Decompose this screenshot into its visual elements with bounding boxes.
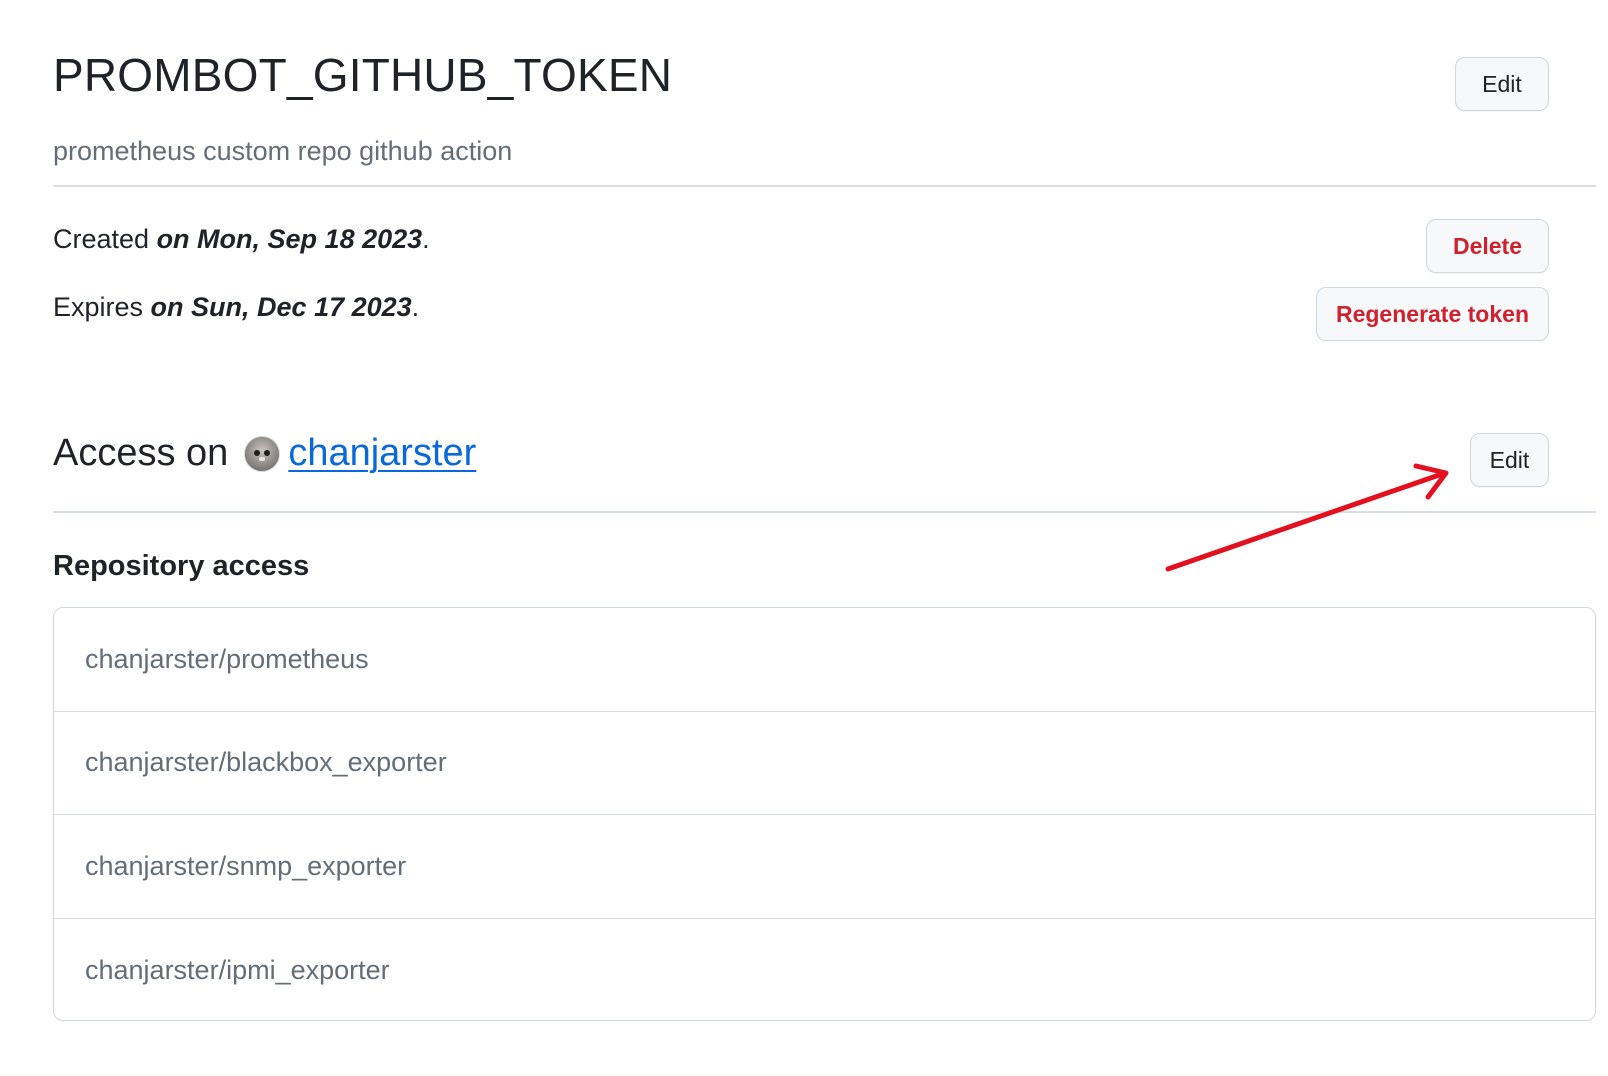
edit-token-button[interactable]: Edit (1455, 57, 1549, 111)
access-heading-label: Access on (53, 432, 229, 474)
repository-row: chanjarster/snmp_exporter (54, 815, 1595, 919)
repository-row: chanjarster/blackbox_exporter (54, 712, 1595, 815)
token-name-title: PROMBOT_GITHUB_TOKEN (53, 49, 673, 101)
owner-link[interactable]: chanjarster (288, 432, 476, 475)
expires-date-line: Expires on Sun, Dec 17 2023. (53, 292, 419, 323)
section-divider (53, 185, 1596, 187)
regenerate-token-button[interactable]: Regenerate token (1316, 287, 1549, 341)
created-date-line: Created on Mon, Sep 18 2023. (53, 224, 430, 255)
token-details-page: PROMBOT_GITHUB_TOKEN Edit prometheus cus… (53, 0, 1596, 1076)
repository-row: chanjarster/ipmi_exporter (85, 954, 390, 985)
created-date-value: on Mon, Sep 18 2023 (156, 224, 423, 254)
repository-access-heading: Repository access (53, 550, 310, 582)
expires-prefix: Expires (53, 292, 151, 322)
created-prefix: Created (53, 224, 157, 254)
repository-row: chanjarster/prometheus (54, 608, 1595, 712)
cat-avatar-icon (244, 435, 281, 472)
token-description: prometheus custom repo github action (53, 136, 513, 166)
delete-token-button[interactable]: Delete (1426, 219, 1549, 273)
expires-period: . (411, 292, 420, 322)
expires-date-value: on Sun, Dec 17 2023 (150, 292, 412, 322)
edit-access-button[interactable]: Edit (1470, 433, 1549, 487)
access-heading: Access on chanjarster (53, 432, 476, 475)
access-divider (53, 511, 1596, 513)
repository-list: chanjarster/prometheus chanjarster/blackb… (53, 607, 1596, 1021)
created-period: . (422, 224, 430, 254)
